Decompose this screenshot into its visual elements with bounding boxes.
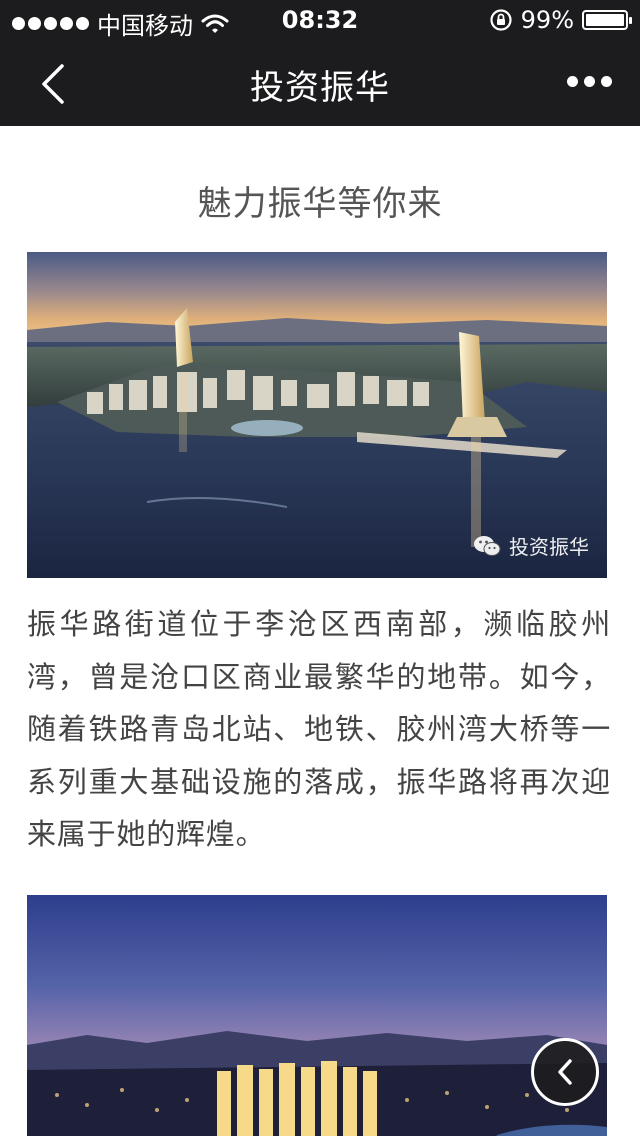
rotation-lock-icon bbox=[490, 9, 512, 31]
wechat-icon bbox=[474, 535, 501, 556]
nav-bar: 投资振华 bbox=[0, 40, 640, 126]
chevron-left-icon bbox=[558, 1059, 572, 1085]
article-image-city-skyline bbox=[27, 895, 607, 1136]
more-dots-icon[interactable] bbox=[567, 76, 612, 87]
article-image-city-waterfront: 投资振华 bbox=[27, 252, 607, 578]
nav-title: 投资振华 bbox=[250, 68, 390, 108]
battery-fill bbox=[586, 14, 624, 26]
city-waterfront-night-photo bbox=[27, 252, 607, 578]
floating-back-button[interactable] bbox=[531, 1038, 599, 1106]
image-watermark: 投资振华 bbox=[473, 531, 589, 560]
status-right: 99% bbox=[489, 6, 632, 34]
page: 中国移动 08:32 99% 投资振华 魅力振华等你来 投资振华 振华路街道位于… bbox=[0, 0, 640, 1136]
article-title: 魅力振华等你来 bbox=[197, 184, 443, 224]
status-bar: 中国移动 08:32 99% bbox=[0, 0, 640, 40]
city-skyline-dusk-photo bbox=[27, 895, 607, 1136]
battery-percent: 99% bbox=[520, 6, 574, 34]
watermark-text: 投资振华 bbox=[509, 535, 589, 559]
article-paragraph: 振华路街道位于李沧区西南部，濒临胶州湾，曾是沧口区商业最繁华的地带。如今，随着铁… bbox=[27, 607, 611, 851]
battery-icon bbox=[582, 10, 632, 30]
